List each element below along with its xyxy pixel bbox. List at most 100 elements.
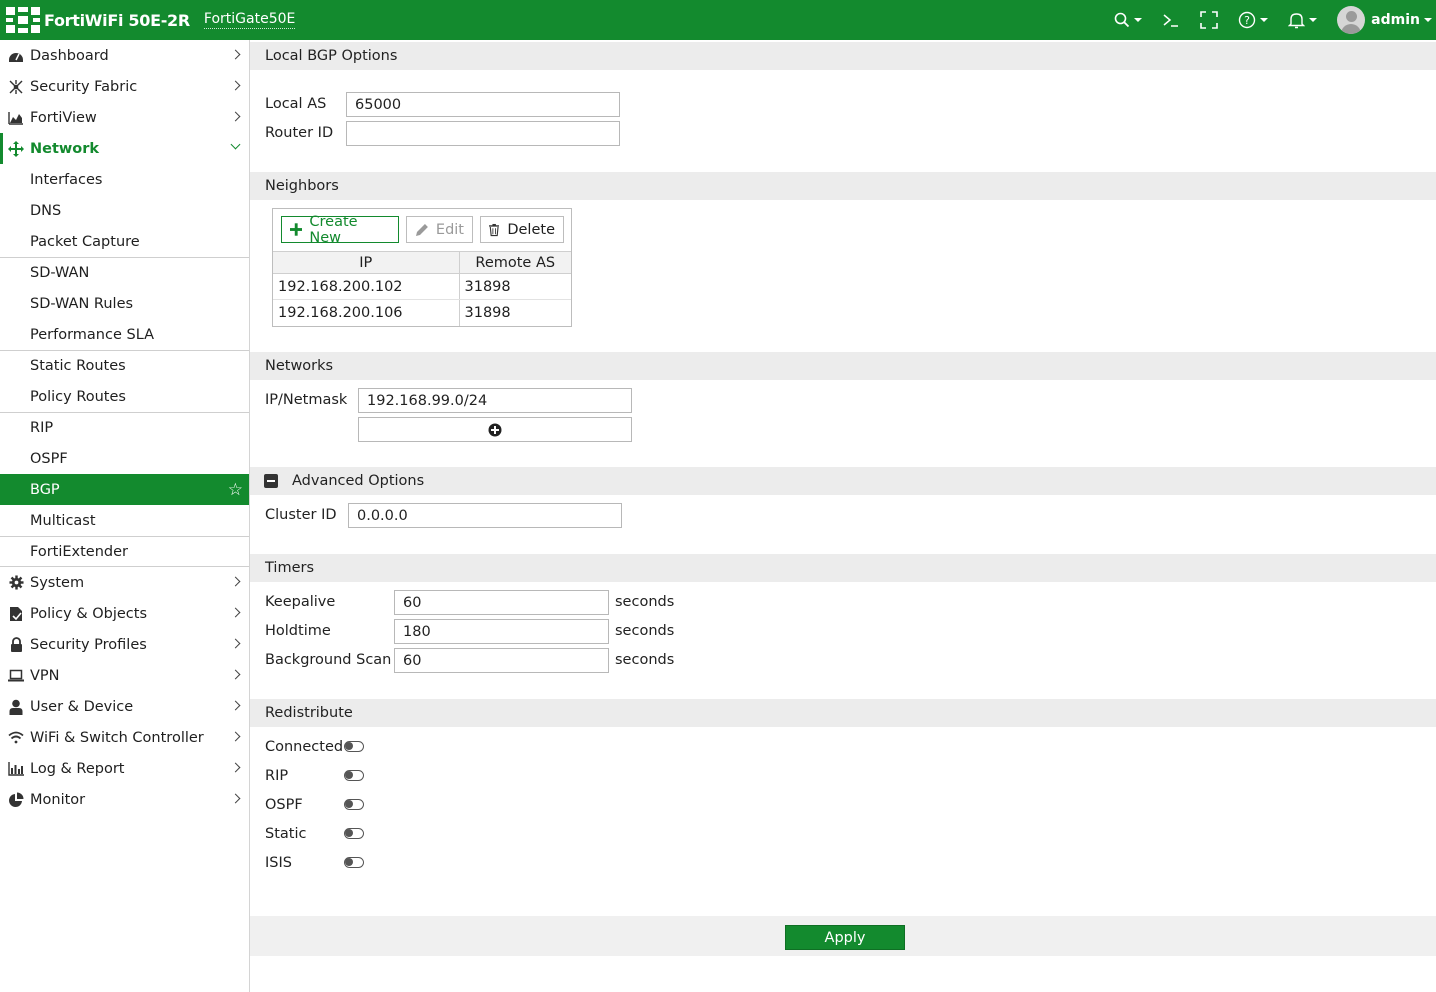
sidebar-item-fortiview[interactable]: FortiView [0, 102, 249, 133]
sidebar-subitem-performance-sla[interactable]: Performance SLA [0, 319, 249, 350]
redistribute-static-label: Static [265, 826, 307, 842]
star-icon[interactable]: ☆ [228, 480, 243, 500]
sidebar-subitem-ospf[interactable]: OSPF [0, 443, 249, 474]
create-new-label: Create New [309, 213, 358, 246]
collapse-icon[interactable] [264, 474, 278, 488]
user-menu[interactable]: admin [1337, 6, 1432, 34]
sidebar-subitem-label: OSPF [30, 450, 68, 467]
sidebar-subitem-label: Multicast [30, 512, 96, 529]
svg-text:?: ? [1244, 14, 1250, 27]
sidebar-item-vpn[interactable]: VPN [0, 660, 249, 691]
add-network-button[interactable] [358, 417, 632, 442]
create-new-button[interactable]: Create New [281, 213, 399, 246]
sidebar-item-wifi-switch[interactable]: WiFi & Switch Controller [0, 722, 249, 753]
holdtime-input[interactable]: 180 [394, 619, 609, 644]
pencil-icon [415, 223, 428, 236]
sidebar-item-log-report[interactable]: Log & Report [0, 753, 249, 784]
sidebar-item-dashboard[interactable]: Dashboard [0, 40, 249, 71]
delete-button[interactable]: Delete [480, 216, 564, 243]
sidebar-subitem-sd-wan[interactable]: SD-WAN [0, 257, 249, 288]
ip-netmask-label: IP/Netmask [265, 392, 348, 408]
sidebar-item-label: Policy & Objects [30, 605, 148, 622]
fullscreen-icon[interactable] [1200, 11, 1218, 29]
cluster-id-label: Cluster ID [265, 507, 337, 523]
sidebar-subitem-label: Interfaces [30, 171, 103, 188]
sidebar-subitem-interfaces[interactable]: Interfaces [0, 164, 249, 195]
sidebar-subitem-label: SD-WAN [30, 265, 90, 281]
sidebar-subitem-sd-wan-rules[interactable]: SD-WAN Rules [0, 288, 249, 319]
edit-button[interactable]: Edit [406, 216, 473, 243]
ip-netmask-input[interactable]: 192.168.99.0/24 [358, 388, 632, 413]
sidebar-subitem-label: Performance SLA [30, 326, 155, 343]
section-advanced-options[interactable]: Advanced Options [250, 467, 1436, 495]
redistribute-static-toggle[interactable] [344, 828, 364, 839]
add-circle-icon [488, 423, 502, 436]
gear-icon [8, 575, 24, 591]
user-icon [8, 699, 24, 715]
chevron-right-icon [230, 731, 241, 742]
sidebar-item-label: Security Fabric [30, 78, 138, 95]
sidebar-item-network[interactable]: Network [0, 133, 249, 164]
fabric-icon [8, 79, 24, 95]
policy-icon [8, 606, 24, 622]
sidebar-subitem-rip[interactable]: RIP [0, 412, 249, 443]
user-name: admin [1371, 12, 1420, 28]
redistribute-connected-toggle[interactable] [344, 741, 364, 752]
redistribute-ospf-toggle[interactable] [344, 799, 364, 810]
cluster-id-input[interactable]: 0.0.0.0 [348, 503, 622, 528]
sidebar-item-label: Monitor [30, 791, 86, 808]
section-neighbors: Neighbors [250, 172, 1436, 200]
sidebar-item-label: Dashboard [30, 47, 109, 64]
advanced-options-label: Advanced Options [292, 473, 425, 489]
chevron-right-icon [230, 762, 241, 773]
keepalive-unit: seconds [615, 594, 675, 610]
terminal-icon[interactable] [1162, 12, 1180, 28]
table-row[interactable]: 192.168.200.102 31898 [273, 273, 571, 300]
section-timers: Timers [250, 554, 1436, 582]
search-icon[interactable] [1114, 12, 1143, 28]
chevron-right-icon [230, 576, 241, 587]
sidebar-subitem-packet-capture[interactable]: Packet Capture [0, 226, 249, 257]
sidebar-item-monitor[interactable]: Monitor [0, 784, 249, 815]
help-icon[interactable]: ? [1238, 11, 1269, 29]
local-as-label: Local AS [265, 96, 327, 112]
column-header-remote-as[interactable]: Remote AS [459, 251, 571, 274]
background-scan-input[interactable]: 60 [394, 648, 609, 673]
apply-button[interactable]: Apply [785, 925, 905, 950]
sidebar-subitem-static-routes[interactable]: Static Routes [0, 350, 249, 381]
section-networks: Networks [250, 352, 1436, 380]
column-header-ip[interactable]: IP [273, 251, 460, 274]
local-as-input[interactable]: 65000 [346, 92, 620, 117]
sidebar-item-security-fabric[interactable]: Security Fabric [0, 71, 249, 102]
sidebar-item-security-profiles[interactable]: Security Profiles [0, 629, 249, 660]
sidebar-item-label: System [30, 574, 85, 591]
sidebar-item-label: VPN [30, 667, 60, 684]
fortinet-logo-icon[interactable] [6, 7, 40, 33]
sidebar-item-policy-objects[interactable]: Policy & Objects [0, 598, 249, 629]
sidebar-subitem-fortiextender[interactable]: FortiExtender [0, 536, 249, 567]
section-redistribute: Redistribute [250, 699, 1436, 727]
sidebar-item-label: FortiView [30, 109, 97, 126]
neighbor-remote-as-cell: 31898 [464, 304, 511, 321]
sidebar-item-system[interactable]: System [0, 567, 249, 598]
host-name[interactable]: FortiGate50E [203, 11, 296, 29]
chevron-right-icon [230, 111, 241, 122]
sidebar-item-user-device[interactable]: User & Device [0, 691, 249, 722]
sidebar-subitem-bgp[interactable]: BGP ☆ [0, 474, 249, 505]
sidebar-subitem-multicast[interactable]: Multicast [0, 505, 249, 536]
redistribute-isis-toggle[interactable] [344, 857, 364, 868]
bell-icon[interactable] [1288, 11, 1318, 29]
sidebar-subitem-dns[interactable]: DNS [0, 195, 249, 226]
sidebar-subitem-policy-routes[interactable]: Policy Routes [0, 381, 249, 412]
table-row[interactable]: 192.168.200.106 31898 [273, 299, 571, 326]
redistribute-rip-toggle[interactable] [344, 770, 364, 781]
network-icon [8, 140, 24, 157]
holdtime-label: Holdtime [265, 623, 331, 639]
sidebar-subitem-label: FortiExtender [30, 543, 128, 560]
app-name: FortiWiFi 50E-2R [44, 10, 190, 30]
keepalive-input[interactable]: 60 [394, 590, 609, 615]
sidebar-subitem-label: BGP [30, 481, 60, 498]
sidebar-item-label: Log & Report [30, 760, 125, 777]
router-id-input[interactable] [346, 121, 620, 146]
wifi-icon [8, 730, 24, 746]
